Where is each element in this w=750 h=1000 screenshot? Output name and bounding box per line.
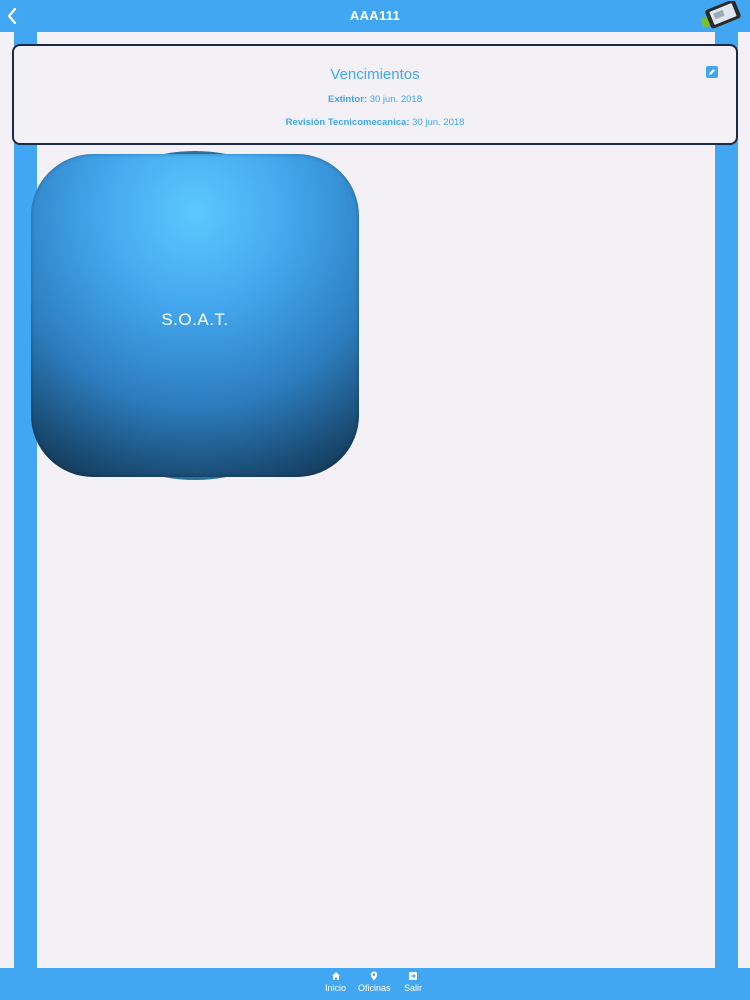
right-rail <box>715 32 738 968</box>
expiration-value: 30 jun. 2018 <box>369 94 422 105</box>
tab-label: Salir <box>404 983 423 993</box>
soat-label: S.O.A.T. <box>161 310 229 329</box>
expirations-card: Vencimientos Extintor: 30 jun. 2018 Revi… <box>12 44 738 145</box>
tab-inicio[interactable]: Inicio <box>325 971 346 993</box>
pencil-icon <box>709 69 715 75</box>
bottom-tab-bar: Inicio Oficinas Salir <box>0 968 750 1000</box>
tab-label: Inicio <box>325 983 347 993</box>
tab-oficinas[interactable]: Oficinas <box>358 971 391 993</box>
home-icon <box>331 971 341 981</box>
location-pin-icon <box>369 971 379 981</box>
card-title: Vencimientos <box>330 66 420 83</box>
soat-face: S.O.A.T. <box>31 154 359 477</box>
phone-logo-icon <box>700 0 744 31</box>
edit-button[interactable] <box>706 66 718 78</box>
top-bar: AAA111 <box>0 0 750 32</box>
expiration-item-revision: Revisión Tecnicomecanica: 30 jun. 2018 <box>14 117 736 128</box>
exit-icon <box>408 971 418 981</box>
tab-label: Oficinas <box>358 983 391 993</box>
expiration-label: Extintor: <box>328 94 368 105</box>
expiration-label: Revisión Tecnicomecanica: <box>285 117 410 128</box>
expiration-value: 30 jun. 2018 <box>412 117 465 128</box>
page-title: AAA111 <box>349 8 401 23</box>
soat-button[interactable]: S.O.A.T. <box>31 151 359 480</box>
expiration-item-extintor: Extintor: 30 jun. 2018 <box>14 94 736 105</box>
tab-salir[interactable]: Salir <box>404 971 422 993</box>
